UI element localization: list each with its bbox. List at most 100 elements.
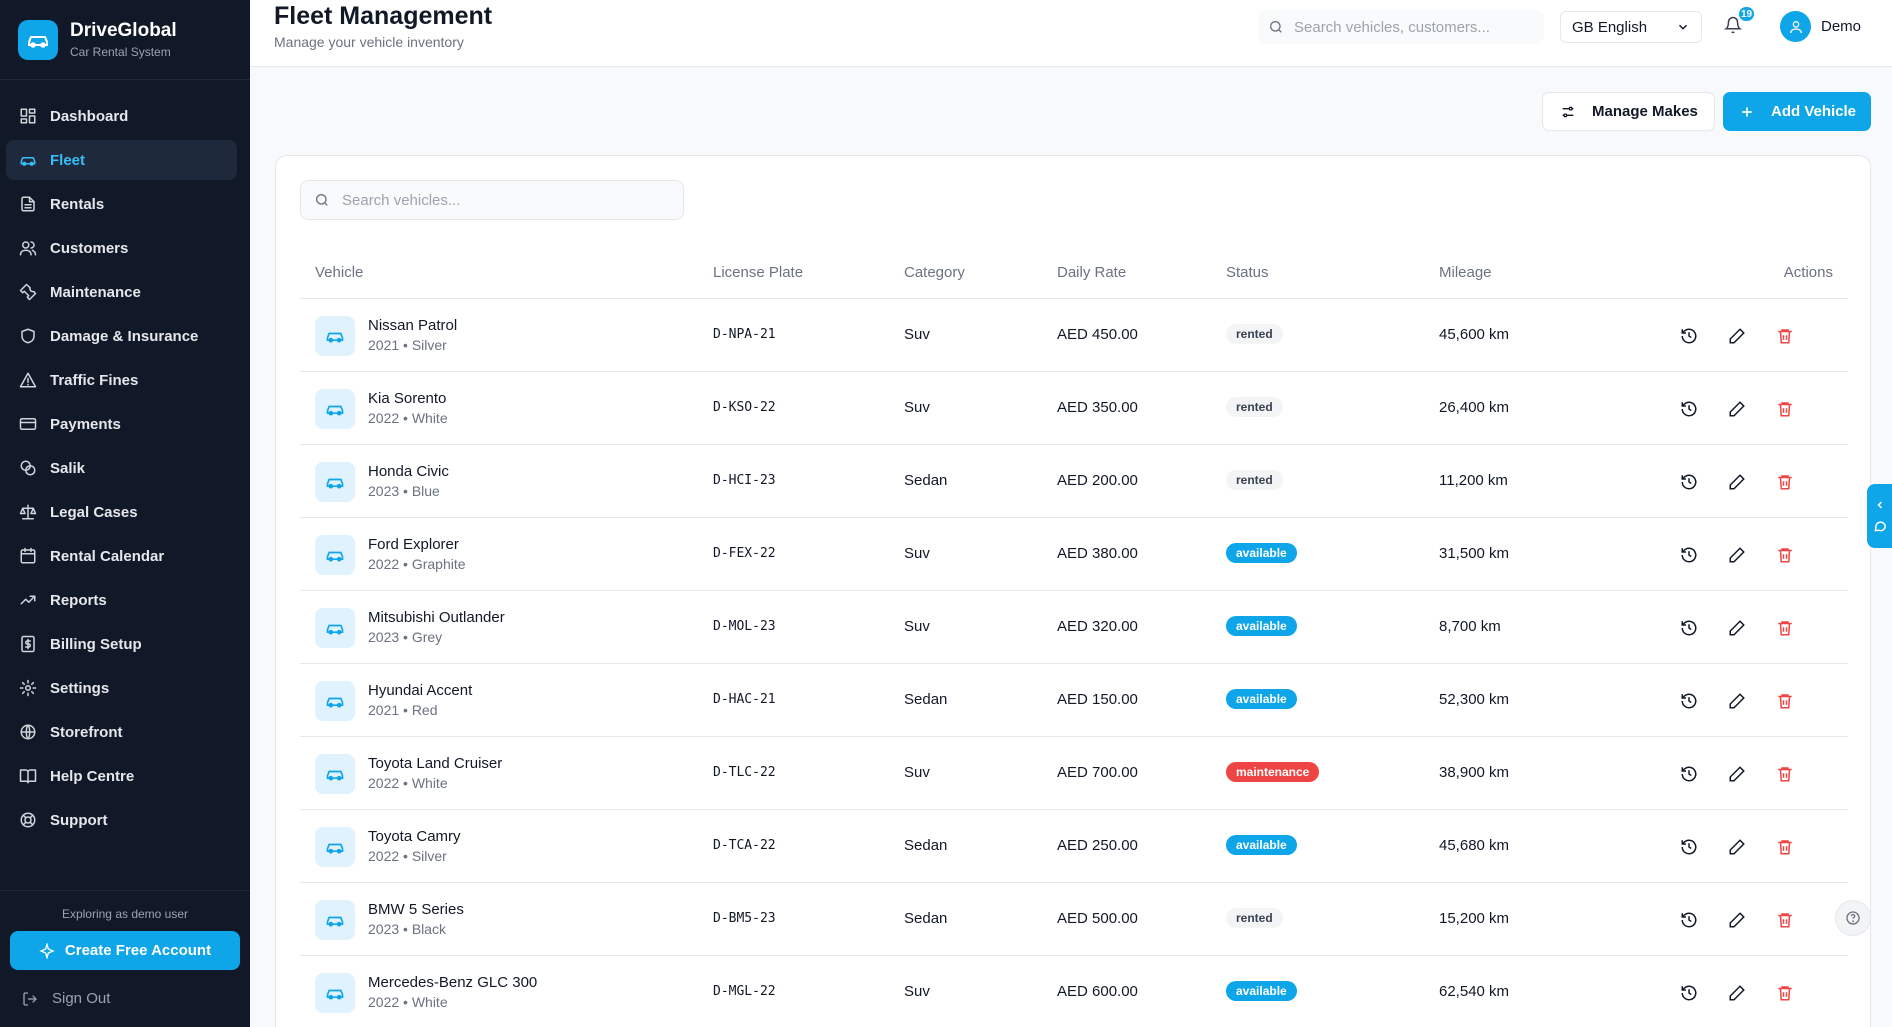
user-menu[interactable]: Demo: [1780, 11, 1861, 42]
trash-icon[interactable]: [1776, 546, 1794, 564]
table-row[interactable]: Mercedes-Benz GLC 300 2022 • White D-MGL-2…: [300, 956, 1848, 1027]
edit-icon[interactable]: [1728, 911, 1746, 929]
history-icon[interactable]: [1680, 984, 1698, 1002]
edit-icon[interactable]: [1728, 692, 1746, 710]
table-row[interactable]: Honda Civic 2023 • Blue D-HCI-23 Sedan AED 2…: [300, 445, 1848, 518]
edit-icon[interactable]: [1728, 984, 1746, 1002]
vehicle-category: Suv: [904, 326, 930, 343]
edit-icon[interactable]: [1728, 765, 1746, 783]
history-icon[interactable]: [1680, 692, 1698, 710]
sidebar-item-help-centre[interactable]: Help Centre: [6, 756, 237, 796]
table-row[interactable]: Hyundai Accent 2021 • Red D-HAC-21 Sedan AED…: [300, 664, 1848, 737]
sidebar-item-salik[interactable]: Salik: [6, 448, 237, 488]
logout-icon: [23, 991, 37, 1006]
vehicle-name: Kia Sorento: [368, 390, 447, 407]
daily-rate: AED 600.00: [1057, 983, 1138, 1000]
help-button[interactable]: [1835, 900, 1871, 936]
add-vehicle-button[interactable]: Add Vehicle: [1723, 92, 1871, 131]
sidebar-item-fleet[interactable]: Fleet: [6, 140, 237, 180]
sidebar: DriveGlobal Car Rental System Dashboard F…: [0, 0, 250, 1027]
history-icon[interactable]: [1680, 911, 1698, 929]
credit-card-icon: [19, 418, 37, 430]
sidebar-item-dashboard[interactable]: Dashboard: [6, 96, 237, 136]
sidebar-item-label: Help Centre: [50, 767, 135, 785]
global-search-input[interactable]: Search vehicles, customers...: [1258, 10, 1544, 44]
sliders-icon: [1562, 106, 1574, 117]
edit-icon[interactable]: [1728, 473, 1746, 491]
daily-rate: AED 450.00: [1057, 326, 1138, 343]
trash-icon[interactable]: [1776, 911, 1794, 929]
create-account-button[interactable]: Create Free Account: [10, 931, 240, 970]
edit-icon[interactable]: [1728, 619, 1746, 637]
edit-icon[interactable]: [1728, 400, 1746, 418]
feedback-tab[interactable]: [1867, 484, 1892, 548]
table-row[interactable]: Kia Sorento 2022 • White D-KSO-22 Suv AED 35…: [300, 372, 1848, 445]
sparkle-icon: [39, 942, 55, 959]
table-row[interactable]: BMW 5 Series 2023 • Black D-BM5-23 Sedan AED…: [300, 883, 1848, 956]
document-icon: [21, 196, 35, 212]
daily-rate: AED 250.00: [1057, 837, 1138, 854]
sidebar-item-maintenance[interactable]: Maintenance: [6, 272, 237, 312]
trash-icon[interactable]: [1776, 838, 1794, 856]
history-icon[interactable]: [1680, 765, 1698, 783]
sidebar-item-legal-cases[interactable]: Legal Cases: [6, 492, 237, 532]
sidebar-item-damage-insurance[interactable]: Damage & Insurance: [6, 316, 237, 356]
user-icon: [1789, 20, 1802, 33]
vehicle-category: Suv: [904, 764, 930, 781]
sign-out-link[interactable]: Sign Out: [22, 990, 250, 1007]
trash-icon[interactable]: [1776, 473, 1794, 491]
sidebar-item-label: Traffic Fines: [50, 371, 139, 389]
license-plate: D-KSO-22: [713, 400, 776, 415]
daily-rate: AED 200.00: [1057, 472, 1138, 489]
sidebar-item-storefront[interactable]: Storefront: [6, 712, 237, 752]
table-row[interactable]: Nissan Patrol 2021 • Silver D-NPA-21 Suv AED…: [300, 299, 1848, 372]
table-row[interactable]: Mitsubishi Outlander 2023 • Grey D-MOL-23 S…: [300, 591, 1848, 664]
wrench-icon: [19, 283, 37, 301]
trash-icon[interactable]: [1776, 984, 1794, 1002]
vehicles-card: Search vehicles... Vehicle License Plate…: [275, 155, 1871, 1027]
vehicle-search-input[interactable]: Search vehicles...: [300, 180, 684, 220]
trash-icon[interactable]: [1776, 327, 1794, 345]
trash-icon[interactable]: [1776, 765, 1794, 783]
mileage: 26,400 km: [1439, 399, 1510, 416]
history-icon[interactable]: [1680, 546, 1698, 564]
history-icon[interactable]: [1680, 473, 1698, 491]
vehicle-thumbnail: [315, 754, 355, 794]
sidebar-item-payments[interactable]: Payments: [6, 404, 237, 444]
edit-icon[interactable]: [1728, 838, 1746, 856]
sidebar-item-billing-setup[interactable]: Billing Setup: [6, 624, 237, 664]
trash-icon[interactable]: [1776, 619, 1794, 637]
sidebar-item-rental-calendar[interactable]: Rental Calendar: [6, 536, 237, 576]
history-icon[interactable]: [1680, 619, 1698, 637]
history-icon[interactable]: [1680, 400, 1698, 418]
language-select[interactable]: GB English: [1560, 11, 1702, 43]
vehicle-meta: 2023 • Black: [368, 921, 447, 937]
edit-icon[interactable]: [1728, 546, 1746, 564]
history-icon[interactable]: [1680, 327, 1698, 345]
sidebar-item-rentals[interactable]: Rentals: [6, 184, 237, 224]
vehicle-meta: 2022 • White: [368, 775, 448, 791]
trash-icon[interactable]: [1776, 692, 1794, 710]
table-row[interactable]: Toyota Land Cruiser 2022 • White D-TLC-22 S…: [300, 737, 1848, 810]
column-header-mileage: Mileage: [1439, 264, 1492, 281]
sidebar-item-customers[interactable]: Customers: [6, 228, 237, 268]
vehicle-thumbnail: [315, 462, 355, 502]
mileage: 45,600 km: [1439, 326, 1510, 343]
sidebar-item-support[interactable]: Support: [6, 800, 237, 840]
table-row[interactable]: Toyota Camry 2022 • Silver D-TCA-22 Sedan AE…: [300, 810, 1848, 883]
sidebar-item-traffic-fines[interactable]: Traffic Fines: [6, 360, 237, 400]
warning-icon: [19, 372, 37, 388]
manage-makes-button[interactable]: Manage Makes: [1542, 92, 1715, 131]
sidebar-item-settings[interactable]: Settings: [6, 668, 237, 708]
status-badge: rented: [1226, 908, 1283, 928]
notification-count-badge: 19: [1737, 5, 1756, 23]
history-icon[interactable]: [1680, 838, 1698, 856]
sidebar-item-reports[interactable]: Reports: [6, 580, 237, 620]
car-icon: [326, 405, 344, 416]
vehicle-name: Toyota Camry: [368, 828, 461, 845]
trash-icon[interactable]: [1776, 400, 1794, 418]
table-row[interactable]: Ford Explorer 2022 • Graphite D-FEX-22 Suv A…: [300, 518, 1848, 591]
car-icon: [20, 157, 36, 166]
edit-icon[interactable]: [1728, 327, 1746, 345]
sidebar-item-label: Payments: [50, 415, 121, 433]
